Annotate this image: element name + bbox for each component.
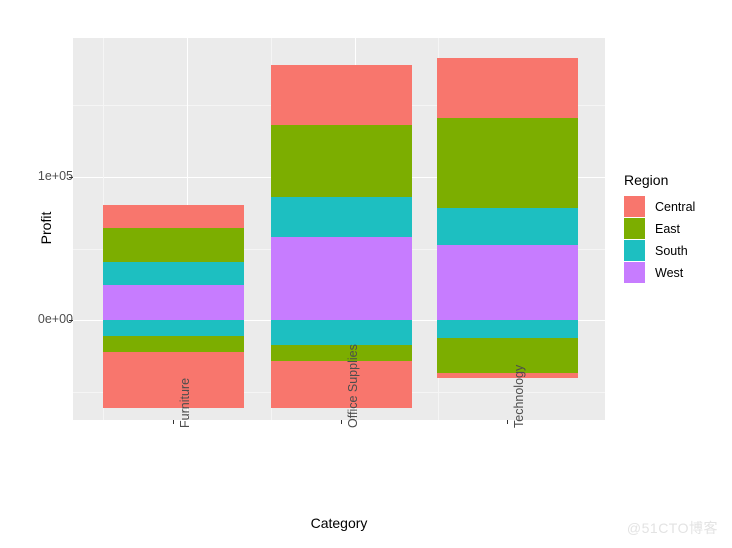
legend-item-central[interactable]: Central [624,196,728,217]
x-axis-tick-label-furniture: Furniture [178,377,192,428]
bar-segment-west [271,237,412,320]
bar-segment-south [271,320,412,345]
bar-segment-central [437,373,578,378]
legend-item-label: Central [655,199,696,214]
x-tick-mark-icon [341,420,342,424]
x-axis-title: Category [310,515,368,531]
legend-items: Central East South West [624,196,728,283]
bar-segment-west [437,245,578,320]
chart-container: Profit 1e+05 0e+00 Furniture Office Supp… [0,0,732,548]
bar-segment-east [271,125,412,197]
legend-swatch-icon [624,262,645,283]
y-axis-tick-label: 0e+00 [37,312,73,326]
bar-segment-south [103,320,244,336]
x-axis-tick-label-technology: Technology [512,364,526,428]
bar-segment-east [103,228,244,262]
legend-item-label: West [655,265,684,280]
legend-item-label: East [655,221,681,236]
bar-segment-central [271,65,412,125]
legend-swatch-icon [624,218,645,239]
legend-item-east[interactable]: East [624,218,728,239]
x-tick-mark-icon [173,420,174,424]
legend-title: Region [624,172,669,188]
legend-swatch-icon [624,240,645,261]
bar-segment-east [103,336,244,352]
x-axis-tick-label-office-supplies: Office Supplies [346,344,360,428]
bar-technology [437,38,578,420]
legend-swatch-icon [624,196,645,217]
legend-item-south[interactable]: South [624,240,728,261]
bar-office-supplies [271,38,412,420]
legend-item-label: South [655,243,688,258]
bar-segment-west [103,285,244,320]
plot-panel [73,38,605,420]
bar-segment-central [103,352,244,408]
bar-furniture [103,38,244,420]
bar-segment-south [437,208,578,245]
bar-segment-east [271,345,412,361]
bar-segment-south [103,262,244,285]
bar-segment-central [103,205,244,228]
y-axis-tick-label: 1e+05 [37,169,73,183]
bar-segment-central [271,361,412,408]
watermark: @51CTO博客 [626,520,718,536]
bar-segment-central [437,58,578,118]
bar-segment-south [437,320,578,338]
bar-segment-east [437,338,578,373]
bar-segment-east [437,118,578,208]
y-axis-title: Profit [38,211,54,245]
legend-item-west[interactable]: West [624,262,728,283]
bar-segment-south [271,197,412,237]
legend: Region Central East South West [624,172,728,284]
x-tick-mark-icon [507,420,508,424]
